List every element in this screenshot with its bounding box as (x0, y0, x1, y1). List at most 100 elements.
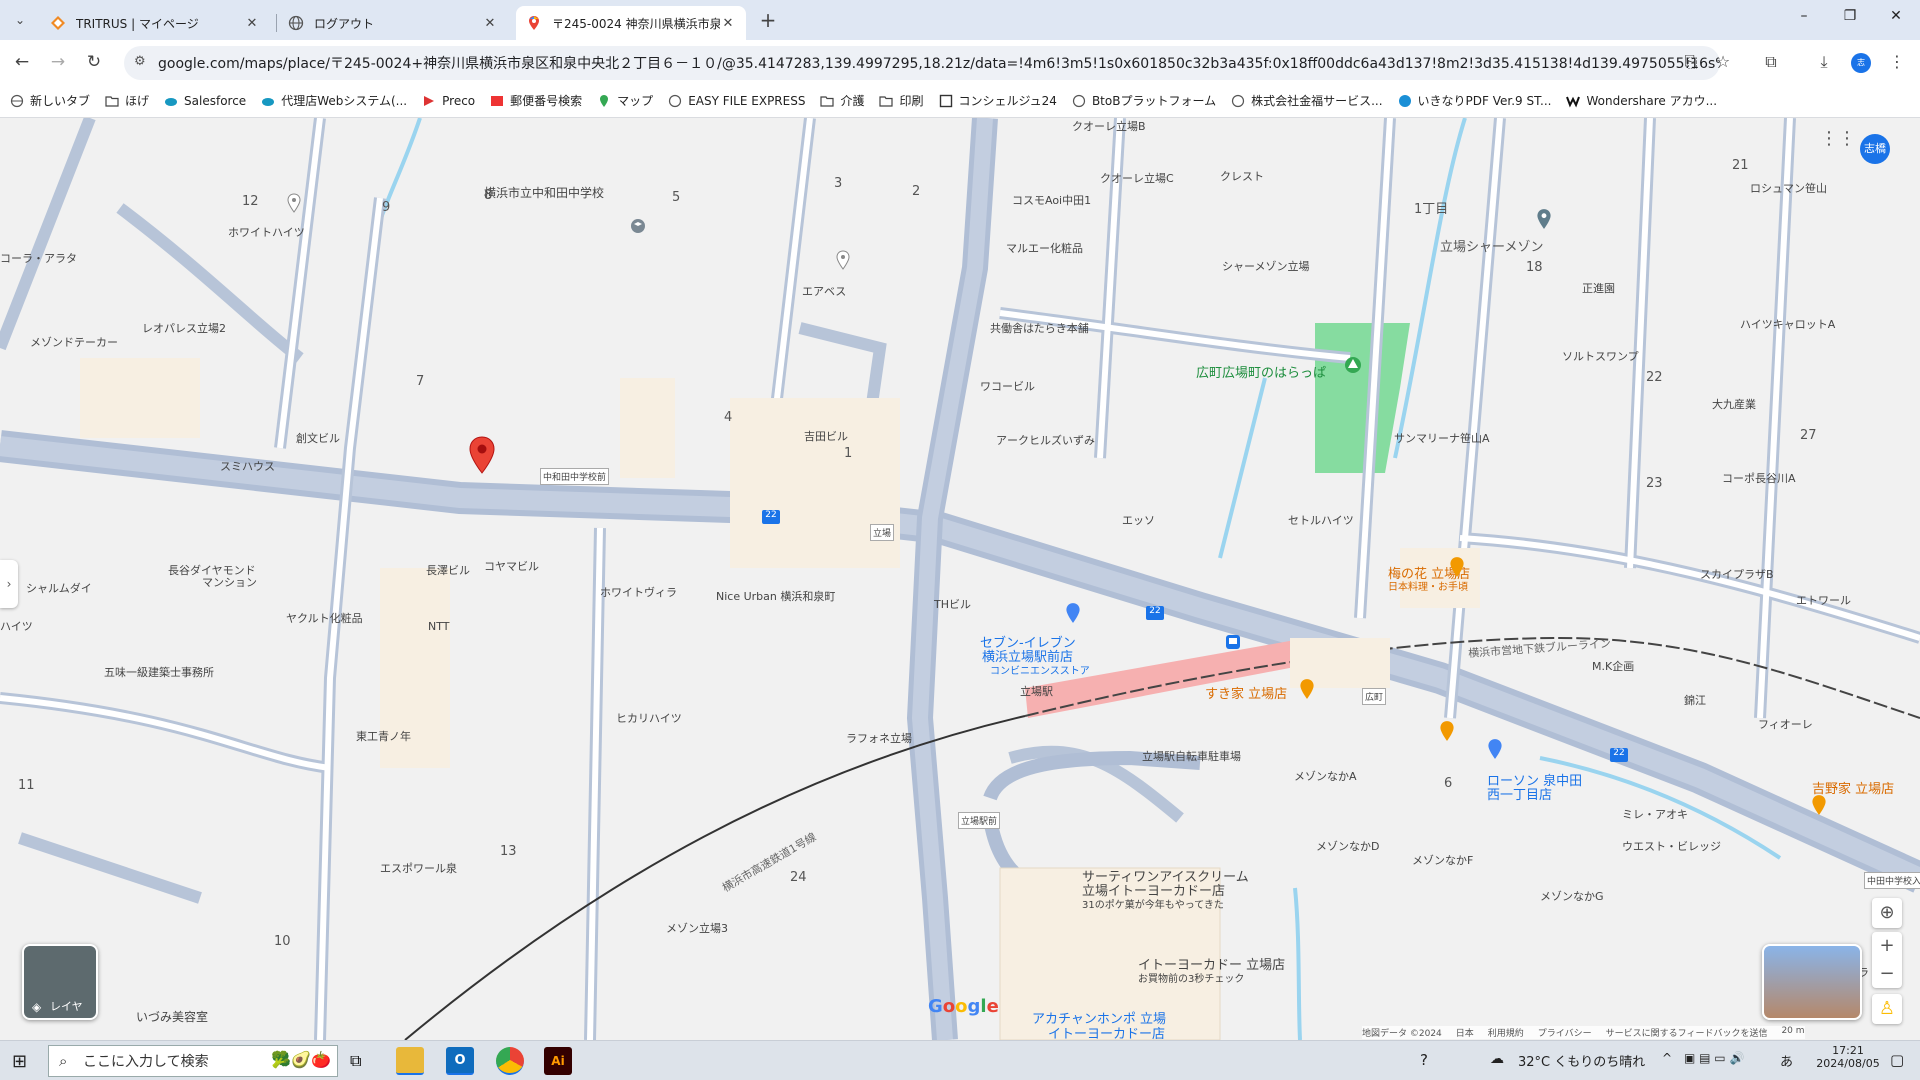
map-label-intersection: 立場駅前 (958, 812, 1001, 829)
map-label-station[interactable]: 立場駅 (1020, 683, 1053, 699)
bookmark-postal-search[interactable]: 郵便番号検索 (490, 92, 582, 109)
google-apps-grid-icon[interactable]: ⋮⋮ (1820, 128, 1856, 152)
bookmark-ikinari-pdf[interactable]: いきなりPDF Ver.9 ST... (1398, 92, 1552, 109)
zoom-in-button[interactable]: + (1872, 932, 1902, 960)
selected-location-pin-icon[interactable] (468, 436, 496, 474)
tray-icons[interactable]: ▣ ▤ ▭ 🔊 (1684, 1051, 1744, 1065)
restore-button[interactable]: ❐ (1830, 8, 1870, 32)
map-label: ラフォネ立場 (846, 732, 912, 745)
chrome-icon[interactable] (496, 1047, 524, 1075)
task-view-icon[interactable]: ⧉ (350, 1051, 361, 1071)
map-label-park[interactable]: 広町広場町のはらっぱ (1196, 362, 1326, 381)
illustrator-icon[interactable]: Ai (544, 1047, 572, 1075)
tritrus-icon (51, 16, 65, 30)
train-station-icon[interactable] (1225, 634, 1241, 650)
profile-avatar[interactable]: 志 (1851, 53, 1871, 73)
bookmark-salesforce[interactable]: Salesforce (164, 94, 246, 108)
account-avatar[interactable]: 志橋 (1860, 134, 1890, 164)
place-pin-icon[interactable] (287, 193, 301, 213)
block-number: 8 (484, 188, 493, 203)
map-label: ホワイトヴィラ (600, 586, 677, 599)
tab-tritrus[interactable]: TRITRUS | マイページ ✕ (40, 6, 270, 40)
search-icon: ⌕ (59, 1052, 68, 1070)
map-label-school[interactable]: 横浜市立中和田中学校 (484, 184, 604, 201)
my-location-icon[interactable]: ⊕ (1872, 898, 1902, 928)
back-arrow-icon[interactable]: ← (10, 50, 34, 74)
download-icon[interactable]: ⤓ (1813, 51, 1835, 73)
bookmark-new-tab[interactable]: 新しいタブ (10, 92, 90, 109)
privacy-link[interactable]: プライバシー (1538, 1026, 1592, 1039)
street-view-thumbnail[interactable] (1762, 944, 1862, 1020)
school-icon[interactable] (630, 218, 646, 234)
weather-text[interactable]: 32°C くもりのち晴れ (1518, 1051, 1645, 1070)
tab-google-maps[interactable]: 〒245-0024 神奈川県横浜市泉区 ✕ (516, 6, 746, 40)
restaurant-pin-icon[interactable] (1438, 720, 1456, 742)
bookmark-hoge[interactable]: ほげ (105, 92, 149, 109)
menu-kebab-icon[interactable]: ⋮ (1886, 51, 1908, 73)
layers-label: レイヤ (50, 1000, 83, 1013)
ime-indicator[interactable]: あ (1780, 1051, 1793, 1070)
park-tree-icon[interactable] (1344, 356, 1362, 374)
zoom-control[interactable]: + − (1872, 932, 1902, 988)
tab-logout[interactable]: ログアウト ✕ (278, 6, 508, 40)
scale-bar[interactable]: 20 m (1781, 1026, 1804, 1039)
close-tab-icon[interactable]: ✕ (482, 16, 498, 31)
new-tab-button[interactable]: + (756, 8, 780, 32)
bookmark-agency-web[interactable]: 代理店Webシステム(... (261, 92, 407, 109)
clock[interactable]: 17:21 2024/08/05 (1808, 1044, 1888, 1070)
map-canvas[interactable]: 横浜市立中和田中学校 立場シャーメゾン 広町広場町のはらっぱ セブン-イレブン … (0, 118, 1920, 1040)
weather-cloud-icon[interactable]: ☁ (1490, 1051, 1504, 1067)
minimize-button[interactable]: – (1784, 8, 1824, 32)
route-22-badge: 22 (1610, 748, 1628, 762)
map-label: 錦江 (1684, 694, 1706, 707)
block-number: 11 (18, 778, 35, 793)
shop-pin-icon[interactable] (1064, 602, 1082, 624)
bookmark-label: いきなりPDF Ver.9 ST... (1417, 94, 1552, 108)
file-explorer-icon[interactable] (396, 1047, 424, 1075)
terms-link[interactable]: 利用規約 (1488, 1026, 1524, 1039)
address-bar[interactable]: ⚙ google.com/maps/place/〒245-0024+神奈川県横浜… (124, 46, 1720, 80)
map-label: 五味一級建築士事務所 (104, 666, 214, 679)
extensions-icon[interactable]: ⧉ (1760, 51, 1782, 73)
place-pin-icon[interactable] (1536, 208, 1552, 230)
zoom-out-button[interactable]: − (1872, 960, 1902, 988)
close-tab-icon[interactable]: ✕ (720, 16, 736, 31)
forward-arrow-icon[interactable]: → (46, 50, 70, 74)
help-icon[interactable]: ? (1420, 1051, 1428, 1069)
block-number: 3 (834, 176, 843, 191)
bookmark-map[interactable]: マップ (597, 92, 653, 109)
restaurant-pin-icon[interactable] (1810, 794, 1828, 816)
feedback-link[interactable]: サービスに関するフィードバックを送信 (1606, 1026, 1768, 1039)
restaurant-pin-icon[interactable] (1298, 678, 1316, 700)
close-tab-icon[interactable]: ✕ (244, 16, 260, 31)
bookmark-preco[interactable]: Preco (422, 94, 475, 108)
install-app-icon[interactable]: ⎘ (1680, 51, 1702, 73)
place-pin-icon[interactable] (836, 250, 850, 270)
site-info-icon[interactable]: ⚙ (134, 54, 146, 69)
notification-icon[interactable]: ▢ (1890, 1051, 1904, 1069)
tab-title: TRITRUS | マイページ (76, 16, 199, 31)
tab-search-chevron-icon[interactable]: ⌄ (8, 8, 32, 32)
taskbar-search-box[interactable]: ⌕ ここに入力して検索 🥦🥑🍅 (48, 1045, 338, 1077)
tray-chevron-icon[interactable]: ^ (1662, 1051, 1672, 1065)
bookmark-kinpuku[interactable]: 株式会社金福サービス... (1231, 92, 1383, 109)
bookmark-kaigo[interactable]: 介護 (820, 92, 864, 109)
bookmark-btob[interactable]: BtoBプラットフォーム (1072, 92, 1216, 109)
bookmark-easy-file[interactable]: EASY FILE EXPRESS (668, 94, 805, 108)
bookmark-wondershare[interactable]: Wondershare アカウ... (1566, 92, 1717, 109)
bookmark-concierge24[interactable]: コンシェルジュ24 (939, 92, 1057, 109)
shop-pin-icon[interactable] (1486, 738, 1504, 760)
windows-start-icon[interactable]: ⊞ (12, 1051, 27, 1072)
bookmark-print[interactable]: 印刷 (879, 92, 924, 109)
expand-sidepanel-chevron-icon[interactable]: › (0, 560, 18, 608)
map-label-sukiya[interactable]: すき家 立場店 (1205, 683, 1287, 702)
region-label[interactable]: 日本 (1456, 1026, 1474, 1039)
outlook-icon[interactable]: O (446, 1047, 474, 1075)
layers-button[interactable]: ◈ レイヤ (22, 944, 98, 1020)
bookmark-star-icon[interactable]: ☆ (1712, 51, 1734, 73)
pegman-icon[interactable]: ♙ (1872, 994, 1902, 1024)
restaurant-pin-icon[interactable] (1448, 556, 1466, 578)
map-label[interactable]: 立場シャーメゾン (1440, 236, 1543, 255)
reload-icon[interactable]: ↻ (82, 50, 106, 74)
close-window-button[interactable]: ✕ (1876, 8, 1916, 32)
